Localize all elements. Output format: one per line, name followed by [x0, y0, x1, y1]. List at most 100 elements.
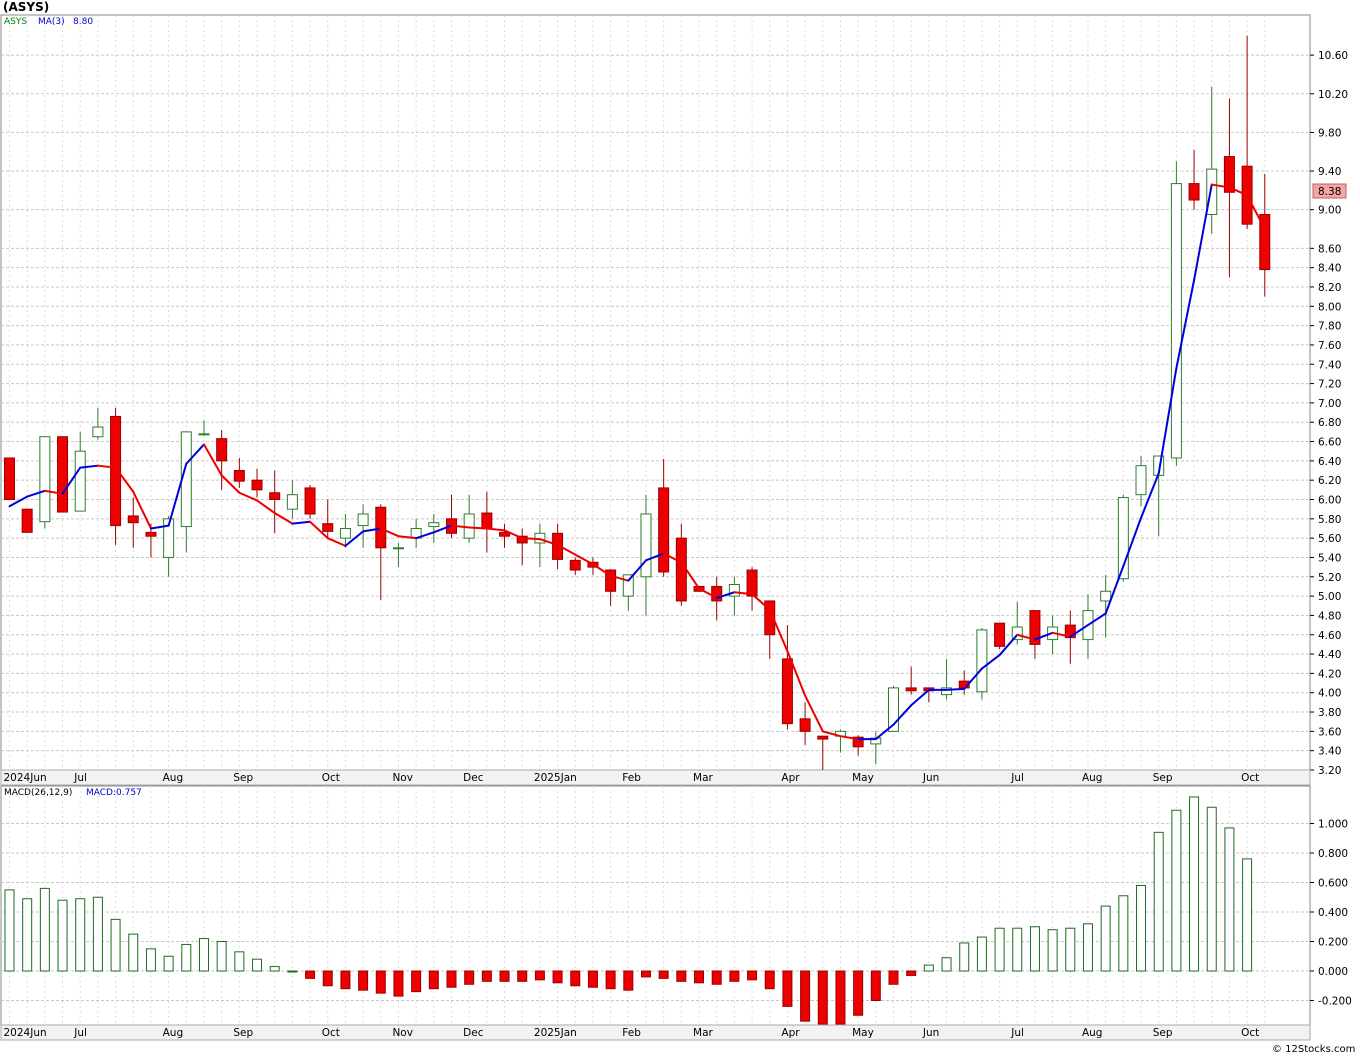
price-tick-label: 9.00 [1318, 205, 1341, 217]
candle-body-up [463, 513, 475, 539]
macd-bar-positive [1153, 831, 1164, 972]
price-tick-label: 9.80 [1318, 127, 1341, 139]
price-tick-label: 8.20 [1318, 282, 1341, 294]
price-tick-label: 4.60 [1318, 630, 1341, 642]
macd-x-tick-label: Oct [322, 1027, 340, 1039]
candle-body-down [127, 515, 139, 524]
price-tick-label: 10.20 [1318, 89, 1348, 101]
macd-bar-negative [870, 970, 881, 1001]
macd-tick-label: 0.400 [1318, 907, 1348, 919]
candle-body-up [640, 513, 652, 578]
macd-bar-negative [853, 970, 864, 1016]
macd-bar-negative [570, 970, 581, 987]
macd-bar-positive [923, 964, 934, 972]
candle [976, 627, 988, 700]
macd-x-tick-label: Feb [622, 1027, 641, 1039]
candle-body-down [905, 687, 917, 692]
macd-x-tick-label: 2025Jan [534, 1027, 577, 1039]
last-price-badge: 8.38 [1312, 183, 1347, 199]
macd-x-tick-label: Sep [233, 1027, 253, 1039]
macd-tick-label: -0.200 [1318, 996, 1352, 1008]
macd-tick-label: 1.000 [1318, 819, 1348, 831]
candle-body-down [322, 523, 334, 532]
macd-tick-label: 0.200 [1318, 937, 1348, 949]
macd-bar-positive [234, 951, 245, 972]
macd-bar-negative [358, 970, 369, 991]
macd-bar-positive [1136, 884, 1147, 972]
macd-value-label: MACD:0.757 [86, 788, 142, 798]
price-tick-label: 6.00 [1318, 495, 1341, 507]
macd-bar-positive [269, 966, 280, 972]
macd-tick-label: 0.000 [1318, 966, 1348, 978]
macd-x-tick-label: Aug [1082, 1027, 1103, 1039]
candle-body-up [428, 522, 440, 528]
candle-body-down [145, 531, 157, 537]
candle [110, 407, 122, 545]
macd-bar-positive [1012, 927, 1023, 972]
macd-bar-negative [835, 970, 846, 1025]
candle-body-down [746, 569, 758, 597]
candle-body-down [57, 436, 69, 513]
macd-x-tick-label: Sep [1153, 1027, 1173, 1039]
macd-x-tick-label: Aug [163, 1027, 184, 1039]
macd-bar-positive [287, 970, 298, 973]
candle [304, 485, 316, 519]
macd-bar-positive [252, 958, 263, 972]
macd-bar-negative [800, 970, 811, 1022]
macd-bar-negative [464, 970, 475, 985]
macd-bar-negative [782, 970, 793, 1007]
ma-segment [521, 537, 541, 541]
candle-body-down [4, 457, 15, 501]
candle-body-up [286, 494, 298, 510]
price-tick-label: 7.40 [1318, 359, 1341, 371]
ma-segment [945, 687, 966, 691]
macd-bar-negative [393, 970, 404, 997]
macd-bar-negative [499, 970, 510, 982]
macd-bar-positive [110, 918, 121, 972]
price-x-tick-label: Sep [1153, 772, 1173, 784]
price-x-tick-label: Apr [781, 772, 800, 784]
macd-bar-negative [623, 970, 634, 991]
macd-title: MACD(26,12,9) [4, 788, 72, 798]
price-x-tick-label: Jul [73, 772, 87, 784]
price-tick-label: 5.00 [1318, 591, 1341, 603]
macd-bar-negative [375, 970, 386, 994]
macd-bar-negative [640, 970, 651, 978]
price-tick-label: 6.80 [1318, 417, 1341, 429]
candle-body-down [304, 487, 316, 515]
macd-bar-positive [976, 936, 987, 972]
macd-bar-positive [216, 941, 227, 972]
price-tick-label: 5.20 [1318, 572, 1341, 584]
price-tick-label: 6.20 [1318, 475, 1341, 487]
macd-bar-negative [676, 970, 687, 982]
candle-body-up [1100, 590, 1112, 602]
candle-body-up [1135, 465, 1147, 496]
price-x-tick-label: Jul [1010, 772, 1024, 784]
macd-bar-negative [517, 970, 528, 982]
price-x-tick-label: Dec [463, 772, 484, 784]
price-tick-label: 4.80 [1318, 610, 1341, 622]
macd-x-tick-label: Dec [463, 1027, 484, 1039]
price-tick-label: 3.80 [1318, 707, 1341, 719]
candle-body-up [976, 629, 988, 693]
macd-bar-negative [481, 970, 492, 982]
price-x-tick-label: May [852, 772, 874, 784]
price-x-axis: 2024Jun Jul Aug Sep Oct Nov Dec 2025Jan Feb Mar Ap… [0, 769, 1311, 786]
macd-bar-positive [1029, 926, 1040, 972]
macd-bar-negative [658, 970, 669, 979]
price-tick-label: 4.20 [1318, 668, 1341, 680]
price-tick-label: 5.80 [1318, 514, 1341, 526]
macd-bar-positive [22, 898, 33, 972]
credit: © 12Stocks.com [1272, 1044, 1355, 1055]
candle-body-down [817, 735, 829, 740]
price-tick-label: 7.20 [1318, 379, 1341, 391]
price-tick-label: 7.60 [1318, 340, 1341, 352]
candle-body-down [233, 470, 245, 482]
price-tick-label: 8.60 [1318, 243, 1341, 255]
macd-x-tick-label: May [852, 1027, 874, 1039]
candle [4, 457, 15, 501]
price-tick-label: 4.40 [1318, 649, 1341, 661]
macd-bar-positive [57, 899, 68, 972]
price-tick-label: 5.40 [1318, 552, 1341, 564]
legend-ma: MA(3) [38, 17, 65, 27]
